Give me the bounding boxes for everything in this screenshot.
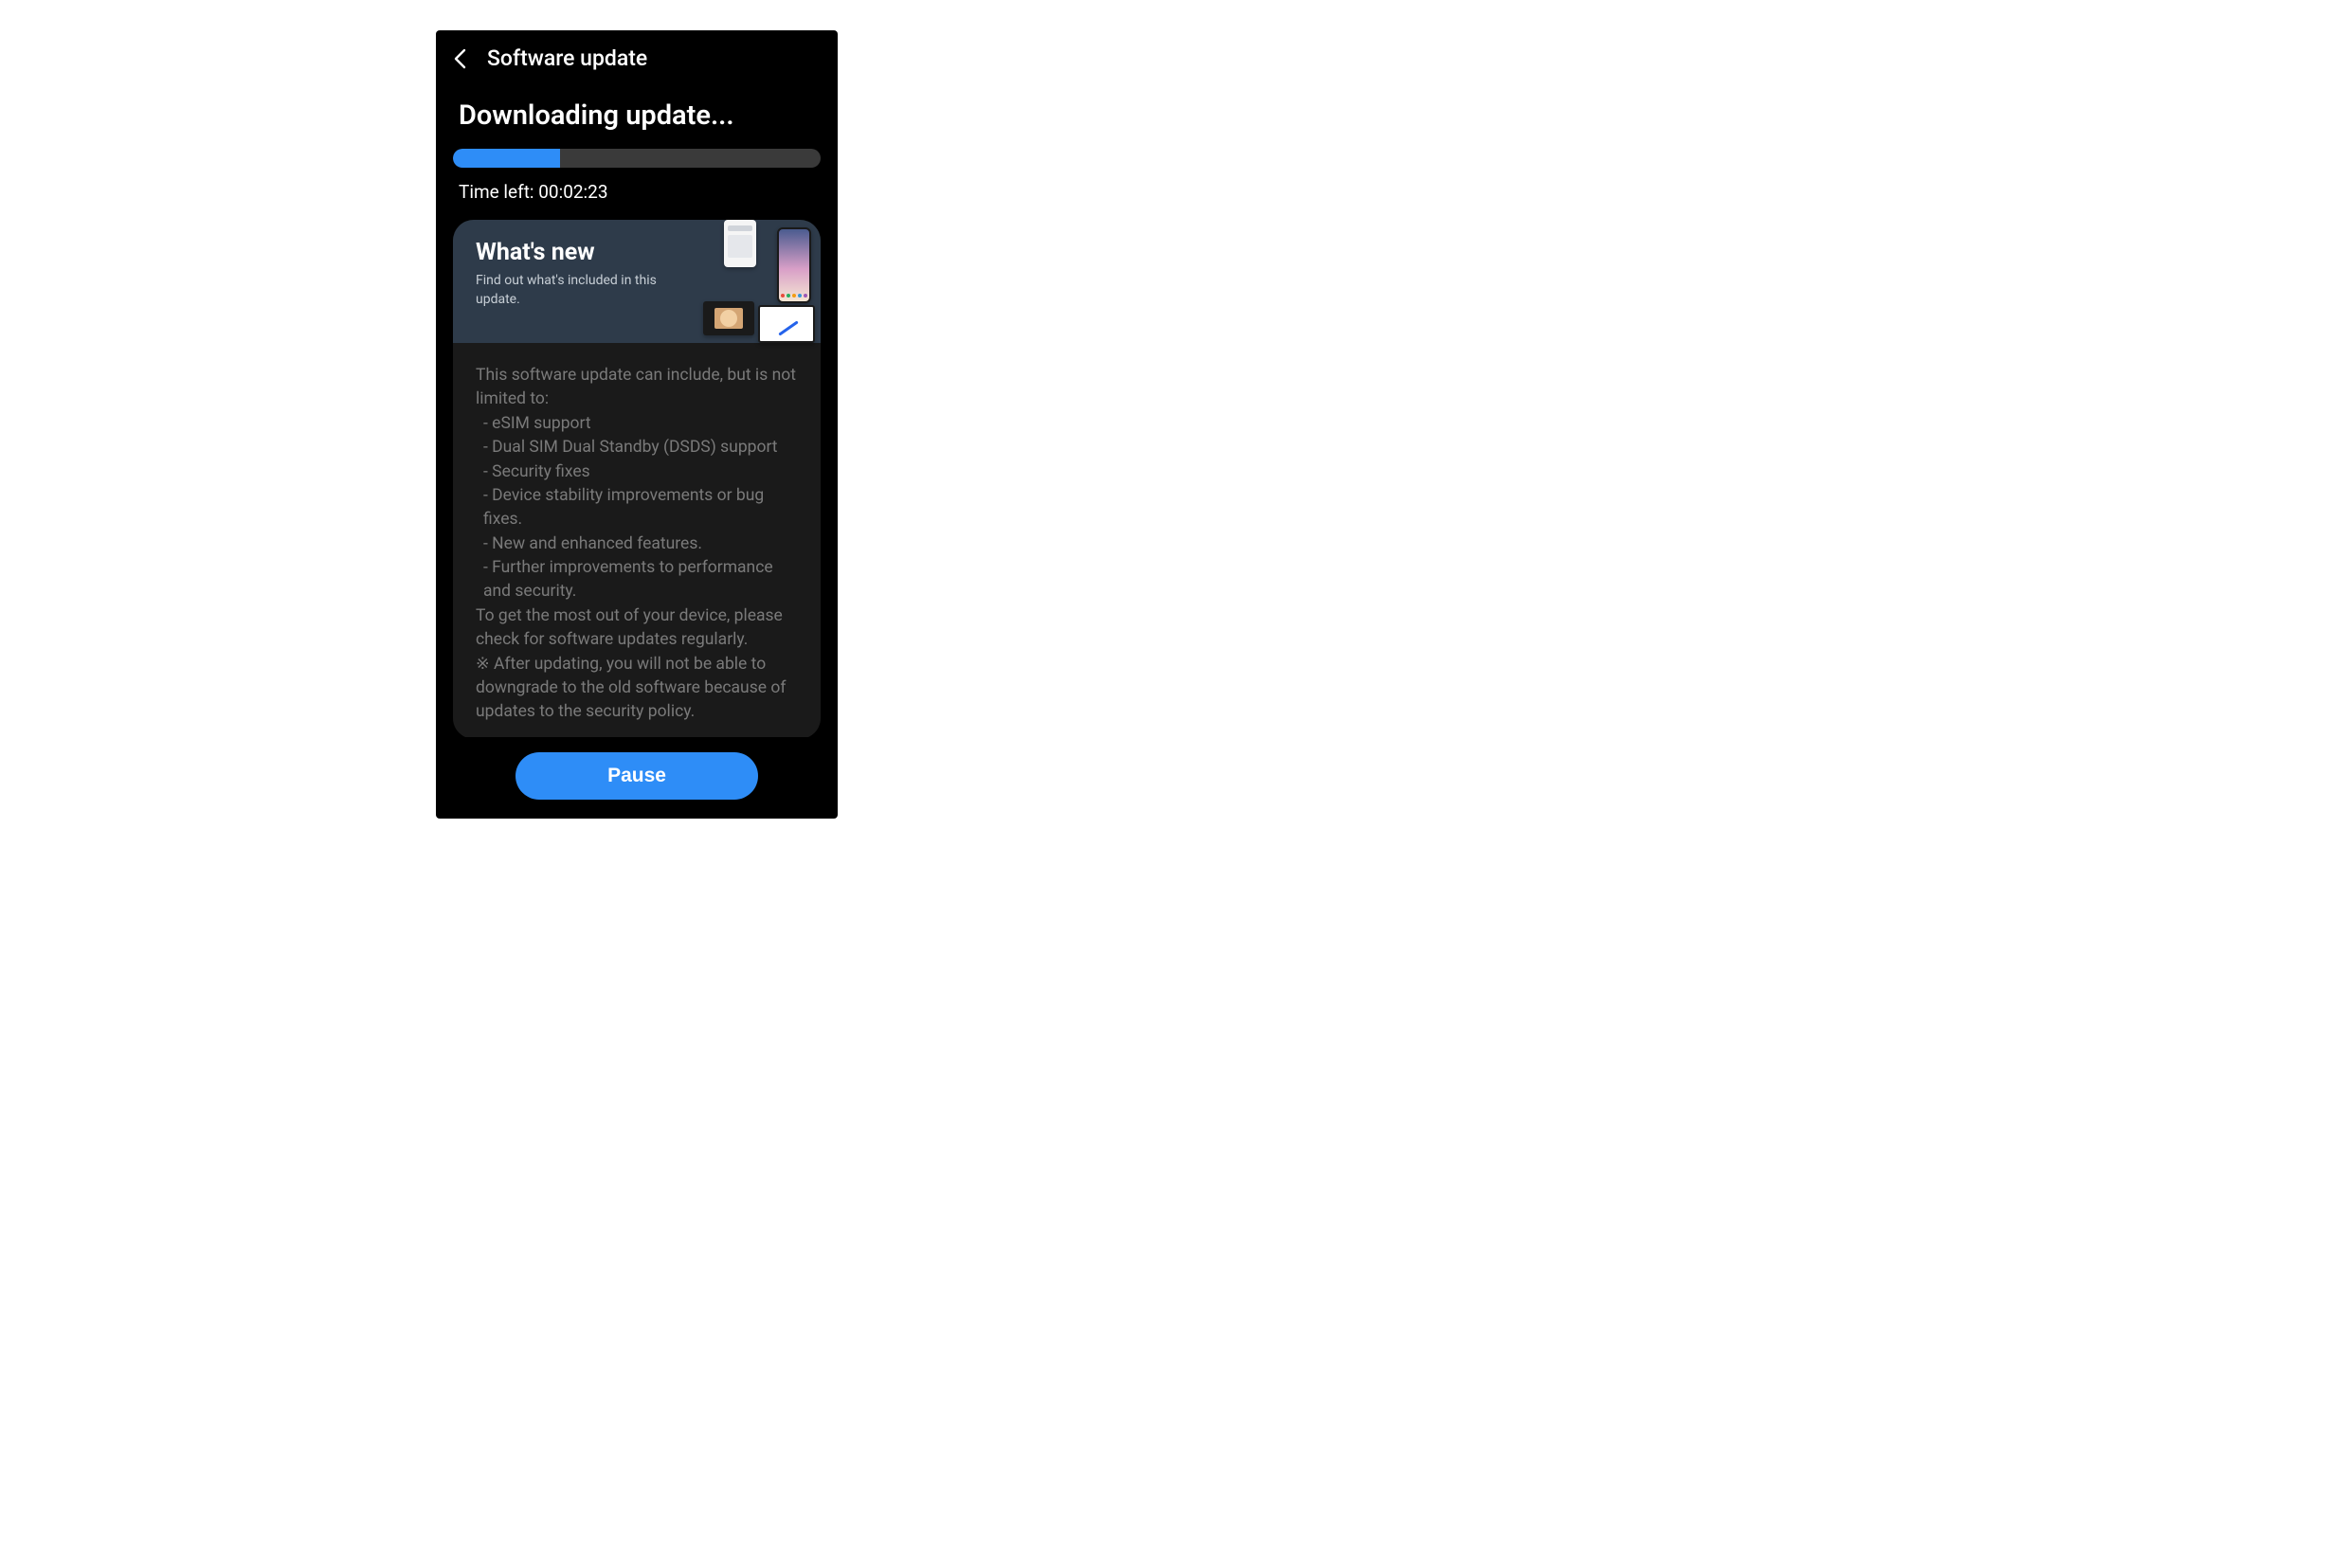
notes-item: - New and enhanced features. — [476, 532, 798, 556]
notes-item: - Dual SIM Dual Standby (DSDS) support — [476, 436, 798, 460]
pause-button[interactable]: Pause — [515, 752, 758, 800]
time-left-label: Time left: 00:02:23 — [453, 181, 821, 203]
notes-item: - eSIM support — [476, 412, 798, 436]
banner-subtitle: Find out what's included in this update. — [476, 272, 675, 309]
banner-devices-illustration — [669, 220, 821, 343]
page-title: Software update — [487, 45, 647, 71]
device-tablet-icon — [758, 305, 815, 343]
back-icon[interactable] — [453, 48, 466, 69]
banner-title: What's new — [476, 239, 675, 266]
header-bar: Software update — [436, 30, 838, 82]
progress-bar — [453, 149, 821, 168]
footer-bar: Pause — [436, 737, 838, 819]
notes-outro: To get the most out of your device, plea… — [476, 604, 798, 653]
progress-bar-fill — [453, 149, 560, 168]
phone-screen: Software update Downloading update... Ti… — [436, 30, 838, 819]
device-card-icon — [724, 220, 756, 267]
download-status: Downloading update... — [453, 99, 821, 132]
device-phone-icon — [777, 227, 811, 303]
notes-item: - Further improvements to performance an… — [476, 556, 798, 604]
content-area: Downloading update... Time left: 00:02:2… — [436, 82, 838, 737]
notes-intro: This software update can include, but is… — [476, 364, 798, 412]
whats-new-card: What's new Find out what's included in t… — [453, 220, 821, 737]
release-notes[interactable]: This software update can include, but is… — [453, 343, 821, 737]
whats-new-banner[interactable]: What's new Find out what's included in t… — [453, 220, 821, 343]
notes-warning: ※ After updating, you will not be able t… — [476, 653, 798, 725]
device-laptop-icon — [703, 301, 754, 335]
notes-item: - Security fixes — [476, 460, 798, 484]
notes-item: - Device stability improvements or bug f… — [476, 484, 798, 532]
